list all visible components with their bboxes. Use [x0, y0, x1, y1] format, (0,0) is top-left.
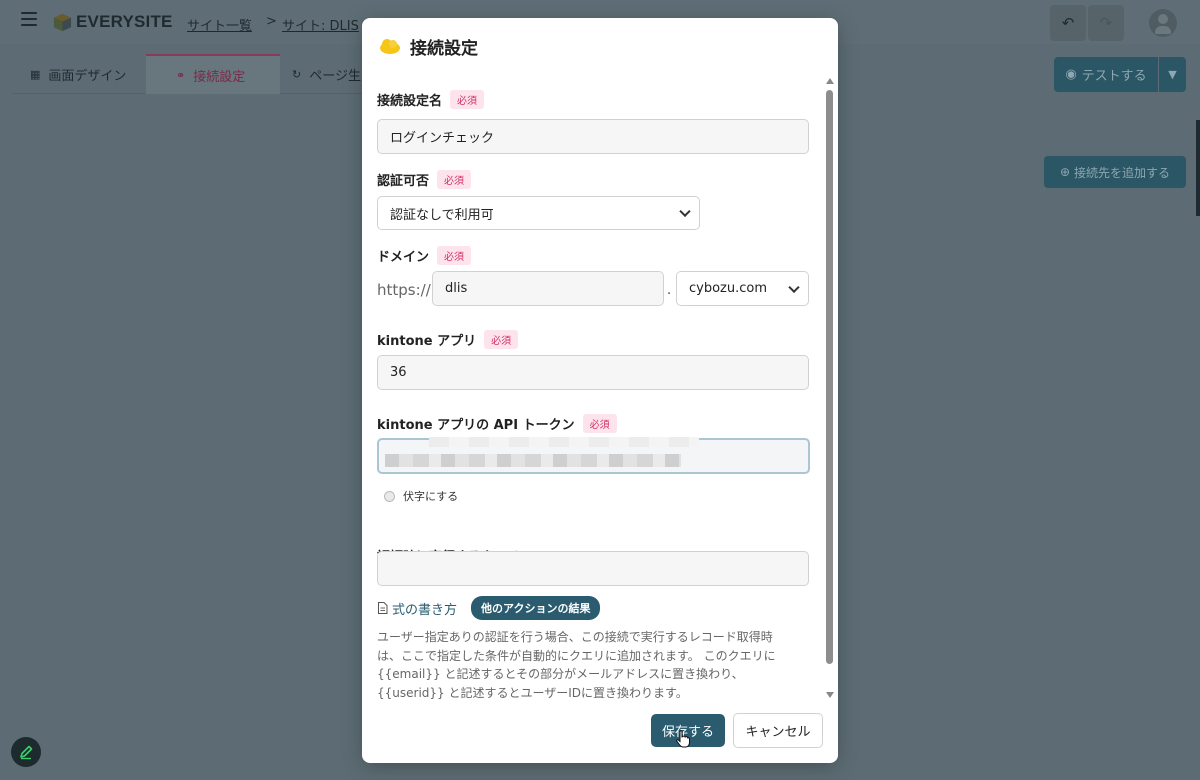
tab-label: 接続設定 [193, 69, 246, 85]
connection-name-label: 接続設定名 必須 [377, 90, 485, 109]
label-text: 接続設定名 [377, 94, 443, 109]
editor-tabs: ▦ 画面デザイン ⚭ 接続設定 ↻ ページ生 [12, 54, 372, 94]
auth-label: 認証可否 必須 [377, 170, 472, 189]
help-line: は、ここで指定した条件が自動的にクエリに追加されます。 このクエリに [377, 648, 776, 663]
breadcrumb-separator: > [266, 14, 277, 29]
domain-separator: . [667, 283, 672, 298]
test-button-label: テストする [1081, 69, 1147, 84]
scroll-down-icon[interactable] [826, 692, 834, 698]
refresh-icon: ↻ [292, 67, 302, 81]
query-input[interactable] [377, 551, 809, 586]
tab-label: 画面デザイン [48, 68, 127, 84]
add-connection-button[interactable]: ⊕ 接続先を追加する [1044, 156, 1186, 188]
api-token-input[interactable] [377, 437, 810, 474]
label-text: kintone アプリの API トークン [377, 418, 575, 433]
hand-cursor-icon [676, 730, 690, 748]
add-connection-label: 接続先を追加する [1074, 165, 1171, 180]
formula-link-text: 式の書き方 [392, 602, 458, 618]
domain-suffix-select[interactable]: cybozu.com [676, 271, 809, 306]
cloud-icon [380, 39, 400, 54]
test-dropdown-button[interactable]: ▼ [1159, 57, 1186, 92]
help-line: ユーザー指定ありの認証を行う場合、この接続で実行するレコード取得時 [377, 630, 773, 644]
label-text: 認証可否 [377, 174, 430, 189]
test-button[interactable]: ◉ テストする [1054, 57, 1158, 92]
required-badge: 必須 [437, 246, 472, 265]
mask-radio[interactable] [384, 490, 395, 502]
dialog-title: 接続設定 [410, 38, 478, 59]
plus-circle-icon: ⊕ [1059, 165, 1071, 179]
mask-label: 伏字にする [403, 490, 459, 503]
document-icon [378, 602, 388, 614]
api-token-label: kintone アプリの API トークン 必須 [377, 414, 617, 433]
required-badge: 必須 [437, 170, 472, 189]
dialog-scrollbar[interactable] [825, 76, 835, 698]
page-scrollbar[interactable] [1196, 120, 1200, 216]
input-value: dlis [445, 281, 468, 296]
connection-icon: ⚭ [176, 68, 186, 82]
help-line: {{email}} と記述するとその部分がメールアドレスに置き換わり、 [377, 667, 744, 681]
layout-icon: ▦ [30, 67, 41, 81]
cancel-button[interactable]: キャンセル [733, 713, 823, 748]
connection-name-input[interactable]: ログインチェック [377, 119, 809, 154]
dialog-header: 接続設定 [362, 18, 838, 74]
pencil-icon [20, 745, 33, 760]
connection-settings-dialog: 接続設定 接続設定名 必須 ログインチェック 認証可否 必須 認証なしで利用可 … [362, 18, 838, 763]
scroll-up-icon[interactable] [826, 78, 834, 84]
redo-icon: ↷ [1099, 14, 1113, 32]
blurred-token-value [385, 454, 681, 467]
chevron-down-icon [679, 205, 691, 218]
input-value: ログインチェック [390, 131, 495, 146]
kintone-app-label: kintone アプリ 必須 [377, 330, 519, 349]
help-line: {{userid}} と記述するとユーザーIDに置き換わります。 [377, 685, 688, 700]
domain-prefix: https:// [377, 281, 431, 299]
eye-icon: ◉ [1065, 67, 1077, 82]
logo-mark-icon [53, 13, 72, 31]
chevron-down-icon: ▼ [1168, 68, 1177, 81]
required-badge: 必須 [582, 414, 617, 433]
blurred-token-top [429, 437, 699, 447]
required-badge: 必須 [450, 90, 485, 109]
edit-button[interactable] [11, 737, 41, 767]
menu-icon[interactable] [21, 12, 37, 26]
formula-help-link[interactable]: 式の書き方 [377, 599, 457, 618]
dialog-body[interactable]: 接続設定名 必須 ログインチェック 認証可否 必須 認証なしで利用可 ドメイン … [362, 78, 838, 703]
kintone-app-input[interactable]: 36 [377, 355, 809, 390]
input-value: 36 [390, 365, 407, 380]
logo-text: EVERYSITE [76, 12, 173, 31]
tab-page-generation[interactable]: ↻ ページ生 [280, 54, 372, 94]
logo[interactable]: EVERYSITE [53, 12, 173, 32]
scroll-thumb[interactable] [826, 90, 833, 664]
select-value: 認証なしで利用可 [390, 207, 494, 223]
redo-button[interactable]: ↷ [1088, 5, 1124, 41]
tab-connection-settings[interactable]: ⚭ 接続設定 [146, 54, 280, 94]
avatar[interactable] [1149, 9, 1177, 37]
mask-toggle[interactable]: 伏字にする [384, 488, 458, 504]
query-help-text: ユーザー指定ありの認証を行う場合、この接続で実行するレコード取得時 は、ここで指… [377, 628, 817, 702]
label-text: kintone アプリ [377, 334, 477, 349]
select-value: cybozu.com [689, 281, 768, 296]
label-text: ドメイン [377, 250, 430, 265]
chevron-down-icon [788, 281, 800, 293]
required-badge: 必須 [484, 330, 519, 349]
domain-label: ドメイン 必須 [377, 246, 472, 265]
tab-label: ページ生 [309, 68, 361, 84]
tab-screen-design[interactable]: ▦ 画面デザイン [12, 54, 146, 94]
query-helpers: 式の書き方 他のアクションの結果 [377, 596, 601, 620]
subdomain-input[interactable]: dlis [432, 271, 664, 306]
undo-button[interactable]: ↶ [1050, 5, 1086, 41]
breadcrumb-site[interactable]: サイト: DLIS [282, 15, 359, 34]
undo-icon: ↶ [1061, 14, 1075, 32]
breadcrumb-site-list[interactable]: サイト一覧 [187, 15, 252, 34]
other-actions-button[interactable]: 他のアクションの結果 [471, 596, 601, 620]
auth-select[interactable]: 認証なしで利用可 [377, 196, 700, 230]
